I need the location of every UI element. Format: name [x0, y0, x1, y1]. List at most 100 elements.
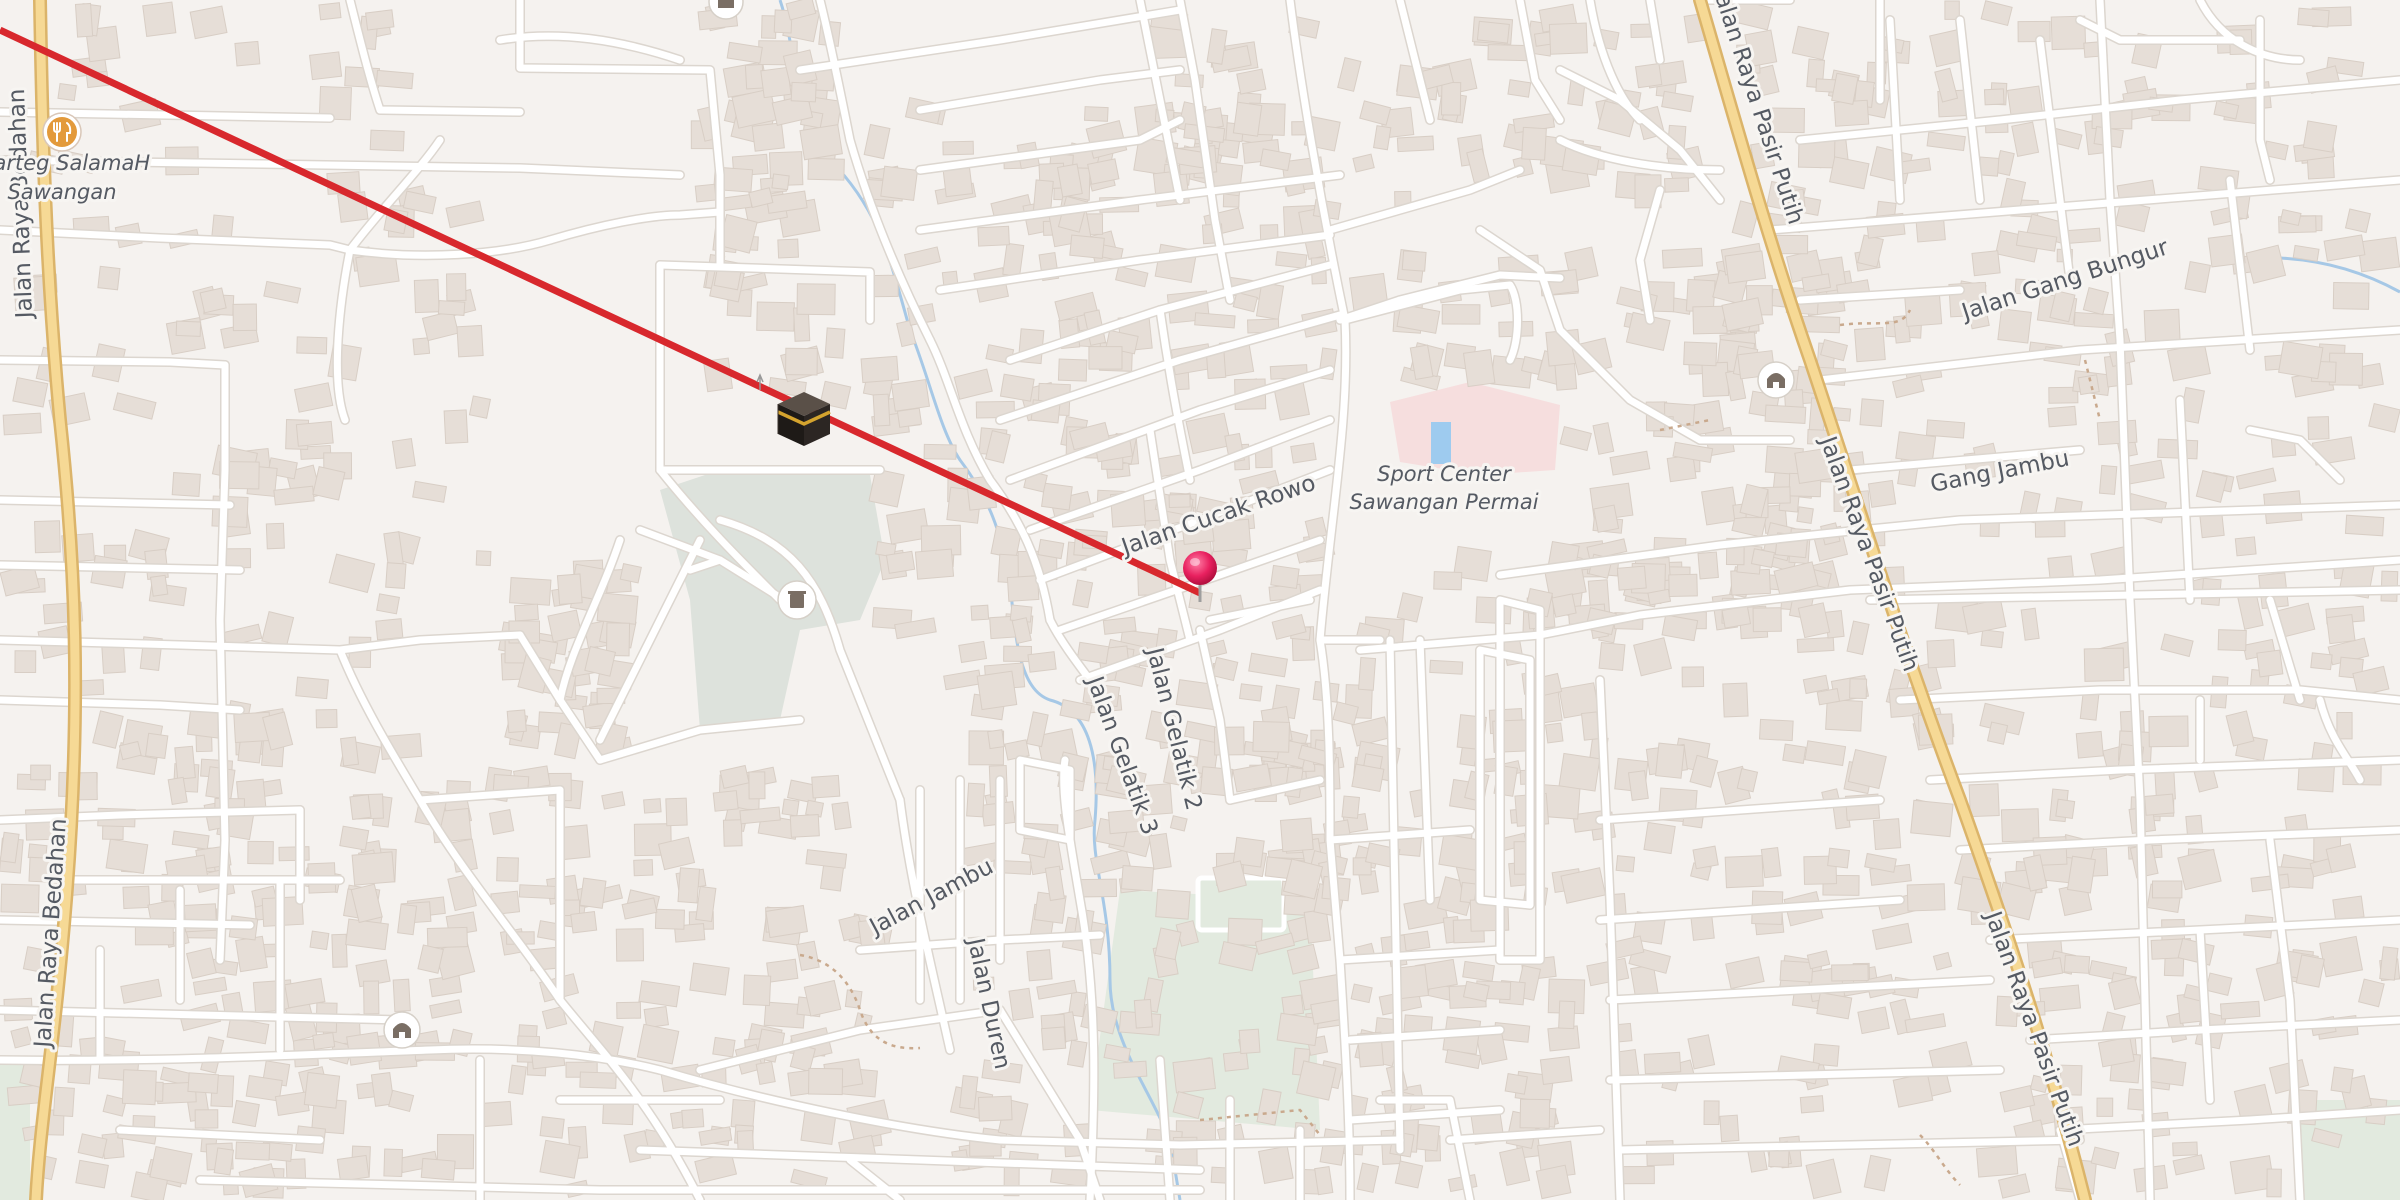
- building: [2055, 798, 2076, 819]
- building: [777, 238, 800, 259]
- building: [923, 443, 957, 460]
- building: [122, 885, 151, 910]
- building: [1683, 341, 1718, 367]
- building: [1416, 1123, 1440, 1152]
- building: [479, 1100, 513, 1128]
- building: [1758, 718, 1794, 742]
- building: [265, 522, 285, 550]
- building: [105, 838, 149, 875]
- building: [1548, 22, 1588, 55]
- building: [1849, 678, 1868, 699]
- building: [1003, 645, 1032, 663]
- building: [860, 355, 900, 384]
- road: [0, 561, 244, 574]
- building: [2332, 895, 2365, 922]
- building: [1169, 815, 1188, 832]
- building: [235, 935, 268, 973]
- building: [1358, 656, 1377, 691]
- building: [1519, 1098, 1551, 1129]
- building: [1986, 721, 2009, 745]
- building: [2096, 1097, 2114, 1117]
- poi-label-sport-center: Sawangan Permai: [1349, 490, 1538, 514]
- building: [456, 324, 484, 358]
- building: [2063, 954, 2091, 974]
- building: [790, 81, 817, 103]
- building: [0, 831, 20, 864]
- poi-label-warteg: Warteg SalamaH: [0, 151, 150, 175]
- building: [1351, 763, 1385, 793]
- building: [446, 273, 467, 302]
- road: [0, 916, 254, 929]
- building: [1910, 799, 1954, 838]
- building: [1433, 571, 1463, 591]
- building: [413, 279, 440, 314]
- building: [1172, 1057, 1217, 1094]
- building: [765, 904, 809, 939]
- building: [2017, 20, 2051, 43]
- building: [488, 809, 515, 835]
- building: [1825, 698, 1863, 732]
- building: [885, 550, 916, 574]
- building: [556, 573, 583, 605]
- building: [77, 771, 98, 801]
- building: [643, 798, 662, 814]
- building: [1083, 106, 1109, 122]
- building: [1593, 504, 1620, 533]
- building: [74, 2, 94, 38]
- building: [1102, 616, 1137, 635]
- building: [1027, 651, 1057, 673]
- mosque-icon[interactable]: [1757, 361, 1795, 399]
- building: [1120, 865, 1155, 892]
- building: [1796, 636, 1835, 653]
- building: [803, 979, 842, 1017]
- building: [437, 300, 466, 316]
- building: [1925, 419, 1966, 439]
- building: [194, 1109, 219, 1129]
- building: [2266, 1168, 2282, 1198]
- building: [694, 183, 717, 203]
- poi-label-warteg: Sawangan: [7, 180, 116, 204]
- building: [1270, 564, 1300, 589]
- building: [2047, 405, 2077, 428]
- building: [2295, 954, 2325, 988]
- building: [896, 407, 923, 428]
- building: [539, 1116, 565, 1139]
- building: [977, 225, 1010, 247]
- building: [2330, 1066, 2354, 1094]
- building: [2219, 1000, 2261, 1020]
- building: [397, 903, 418, 936]
- building: [2325, 843, 2357, 874]
- poi-label-sport-center: Sport Center: [1377, 462, 1512, 486]
- building: [309, 51, 343, 81]
- building: [636, 1023, 680, 1065]
- fork-knife-icon[interactable]: [42, 112, 82, 152]
- building: [513, 603, 540, 622]
- building: [295, 420, 334, 447]
- building: [1627, 770, 1649, 802]
- building: [231, 1099, 260, 1128]
- building: [1252, 720, 1291, 753]
- building: [426, 926, 468, 949]
- building: [1544, 722, 1564, 744]
- building: [0, 883, 40, 914]
- building: [1238, 683, 1263, 702]
- cemetery-icon[interactable]: [777, 580, 817, 620]
- mosque-icon[interactable]: [383, 1011, 421, 1049]
- building: [2148, 715, 2189, 748]
- building: [2172, 1141, 2198, 1157]
- map-canvas[interactable]: Jalan Raya Bedahan Jalan Raya Bedahan Ja…: [0, 0, 2400, 1200]
- building: [420, 1157, 456, 1181]
- building: [1290, 442, 1317, 464]
- building: [730, 1098, 756, 1129]
- building: [999, 373, 1035, 402]
- building: [744, 63, 765, 90]
- building: [1827, 847, 1851, 869]
- building: [1782, 743, 1807, 764]
- building: [1692, 305, 1728, 335]
- building: [1598, 642, 1626, 671]
- building: [2217, 629, 2247, 652]
- building: [976, 670, 1018, 711]
- building: [443, 409, 469, 444]
- building: [10, 1026, 33, 1049]
- building: [2, 412, 42, 436]
